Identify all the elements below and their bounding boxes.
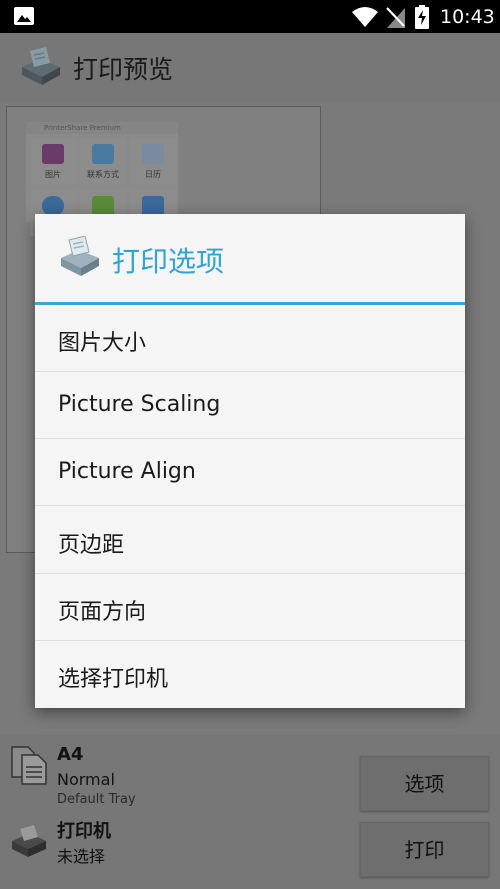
contacts-icon <box>92 144 114 164</box>
preview-tile-label: 联系方式 <box>87 170 119 179</box>
paper-tray: Default Tray <box>57 792 136 807</box>
preview-tile: 日历 <box>130 138 176 184</box>
menu-item-orientation[interactable]: 页面方向 <box>35 574 465 641</box>
printer-value: 未选择 <box>57 847 106 866</box>
preview-tile-label: 图片 <box>45 170 61 179</box>
printer-label: 打印机 <box>57 821 111 842</box>
app-bar: 打印预览 <box>0 33 500 101</box>
status-bar: 10:43 <box>0 0 500 33</box>
printershare-app-icon <box>61 236 99 276</box>
menu-item-label: 页面方向 <box>58 600 147 625</box>
paper-document-icon <box>11 746 47 785</box>
wifi-icon <box>352 7 378 27</box>
menu-item-select-printer[interactable]: 选择打印机 <box>35 641 465 708</box>
preview-header-text: PrinterShare Premium <box>26 122 178 134</box>
dialog-title: 打印选项 <box>112 245 225 278</box>
print-button[interactable]: 打印 <box>360 822 489 877</box>
phone-icon <box>142 196 164 216</box>
preview-tile: 图片 <box>30 138 76 184</box>
menu-item-label: Picture Align <box>58 459 196 484</box>
menu-item-picture-scaling[interactable]: Picture Scaling <box>35 372 465 439</box>
menu-item-margins[interactable]: 页边距 <box>35 507 465 574</box>
menu-item-label: 选择打印机 <box>58 667 169 692</box>
menu-item-label: 页边距 <box>58 533 125 558</box>
paper-type: Normal <box>57 770 115 789</box>
battery-charging-icon <box>415 5 429 29</box>
menu-item-picture-size[interactable]: 图片大小 <box>35 305 465 372</box>
no-sim-icon <box>386 7 405 28</box>
gallery-icon <box>14 7 34 25</box>
paper-size: A4 <box>57 744 84 765</box>
printershare-app-icon <box>22 47 60 85</box>
android-icon <box>92 196 114 216</box>
menu-item-label: 图片大小 <box>58 331 147 356</box>
menu-item-label: Picture Scaling <box>58 392 221 417</box>
page-title: 打印预览 <box>73 55 174 84</box>
calendar-icon <box>142 144 164 164</box>
print-options-dialog: 打印选项 图片大小 Picture Scaling Picture Align … <box>35 214 465 708</box>
preview-tile-label: 日历 <box>145 170 161 179</box>
clock-time: 10:43 <box>440 6 495 28</box>
options-button[interactable]: 选项 <box>360 756 489 811</box>
printer-icon <box>12 825 46 857</box>
pictures-icon <box>42 144 64 164</box>
dialog-header: 打印选项 <box>35 214 465 302</box>
preview-tile: 联系方式 <box>80 138 126 184</box>
globe-icon <box>42 196 64 216</box>
menu-item-picture-align[interactable]: Picture Align <box>35 439 465 506</box>
